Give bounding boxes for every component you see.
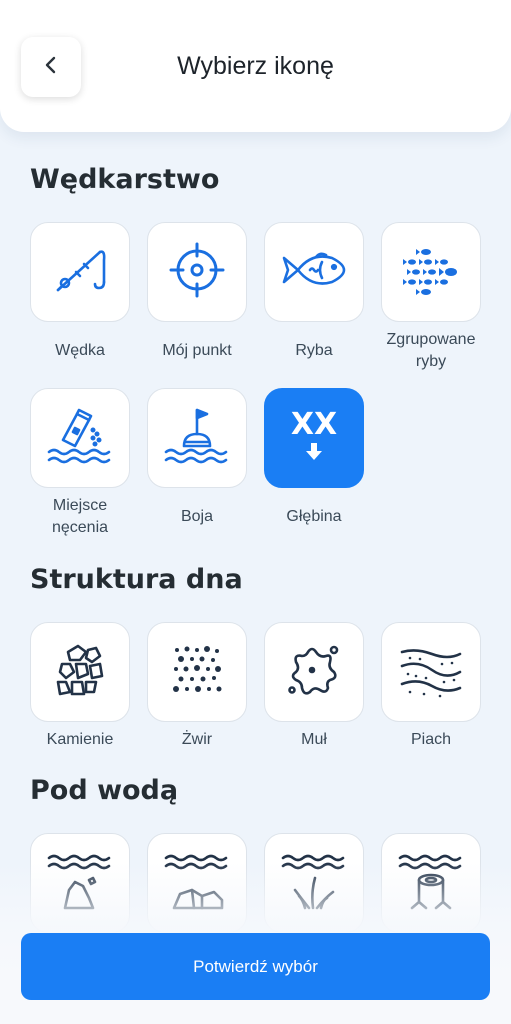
stones-icon xyxy=(48,638,112,707)
fishing-rod-icon xyxy=(48,238,112,307)
icon-option-bait-spot[interactable] xyxy=(30,388,130,488)
section-title-bottom-structure: Struktura dna xyxy=(30,564,243,595)
icon-option-sand[interactable] xyxy=(381,622,481,722)
icon-label: Wędka xyxy=(55,342,105,359)
confirm-button[interactable]: Potwierdź wybór xyxy=(21,933,490,1000)
crosshair-icon xyxy=(165,238,229,307)
sand-icon xyxy=(396,638,466,707)
section-title-underwater: Pod wodą xyxy=(30,775,179,806)
icon-option-my-point[interactable] xyxy=(147,222,247,322)
fish-icon xyxy=(278,238,350,307)
header: Wybierz ikonę xyxy=(0,0,511,132)
icon-option-gravel[interactable] xyxy=(147,622,247,722)
icon-option-buoy[interactable] xyxy=(147,388,247,488)
icon-label: Zgrupowane ryby xyxy=(386,331,476,370)
icon-label: Mój punkt xyxy=(162,342,232,359)
icon-option-fishing-rod[interactable] xyxy=(30,222,130,322)
icon-label: Kamienie xyxy=(46,731,114,748)
icon-label: Boja xyxy=(180,508,214,525)
icon-label: Ryba xyxy=(295,342,333,359)
bait-spot-icon xyxy=(45,404,115,473)
icon-label: Głębina xyxy=(286,508,342,525)
icon-label: Miejsce nęcenia xyxy=(51,497,109,536)
icon-option-fish[interactable] xyxy=(264,222,364,322)
gravel-icon xyxy=(165,638,229,707)
fish-school-icon xyxy=(396,238,466,307)
section-title-fishing: Wędkarstwo xyxy=(30,164,220,195)
arrow-down-icon xyxy=(304,441,324,468)
icon-label: Piach xyxy=(410,731,452,748)
icon-label: Żwir xyxy=(181,731,213,748)
depth-badge-text: XX xyxy=(290,406,338,442)
mud-icon xyxy=(282,638,346,707)
icon-label: Muł xyxy=(301,731,327,748)
icon-option-fish-school[interactable] xyxy=(381,222,481,322)
icon-option-mud[interactable] xyxy=(264,622,364,722)
page-title: Wybierz ikonę xyxy=(177,52,334,80)
buoy-icon xyxy=(162,404,232,473)
icon-option-stones[interactable] xyxy=(30,622,130,722)
icon-option-depth[interactable]: XX xyxy=(264,388,364,488)
